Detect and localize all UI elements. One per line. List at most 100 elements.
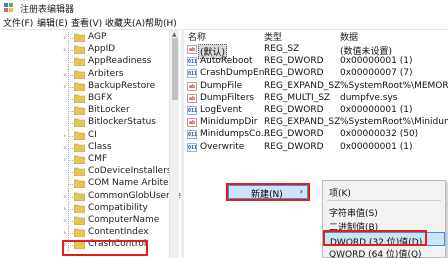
tree-scrollbar[interactable]: ▲ [169,30,179,258]
menu-bar: 文件(F) 编辑(E) 查看(V) 收藏夹(A) 帮助(H) [0,15,448,30]
registry-tree[interactable]: › AGP › AppID AppReadiness › Arbiters › BackupRe… [0,30,182,258]
tree-item-label: ComputerName [88,215,160,225]
string-value-icon: ab [187,81,197,91]
tree-item[interactable]: › AGP [0,32,182,45]
tree-item-label: BitLocker [88,105,130,116]
title-bar: 注册表编辑器 [0,0,448,15]
folder-icon [74,167,85,177]
value-row[interactable]: ab DumpFile REG_EXPAND_SZ %SystemRoot%\MEMO… [184,81,448,93]
tree-item[interactable]: › BackupRestore [0,80,182,94]
value-name: Overwrite [200,141,245,152]
tree-item-label: Compatibility [88,202,148,213]
expand-chevron-icon[interactable]: › [63,204,69,213]
menu-view[interactable]: 查看(V) [71,16,102,29]
expand-chevron-icon[interactable]: › [63,143,69,152]
tree-item-label: Arbiters [88,68,124,79]
folder-icon [74,106,85,116]
value-row[interactable]: ab MinidumpDir REG_EXPAND_SZ %SystemRoot%\M… [184,117,448,129]
expand-chevron-icon[interactable]: › [63,228,69,237]
value-row[interactable]: ab (默认) REG_SZ (数值未设置) [184,44,448,59]
expand-chevron-icon[interactable]: › [63,155,69,164]
string-value-icon: ab [187,45,197,54]
tree-item[interactable]: › CI [0,129,182,143]
value-data: (数值未设置) [340,47,393,57]
tree-item[interactable]: › ContentIndex [0,227,182,241]
submenu-item-string[interactable]: 字符串值(S) [323,204,445,219]
value-data: 0x00000001 (1) [340,56,413,67]
folder-icon [74,216,85,225]
folder-icon [74,94,85,103]
value-data: %SystemRoot%\MEMORY.DM [340,80,448,91]
value-row[interactable]: 011 Overwrite REG_DWORD 0x00000001 (1) [184,142,448,154]
tree-item-label: BitlockerStatus [88,117,156,128]
expand-chevron-icon[interactable]: › [63,33,69,42]
folder-icon [74,45,85,55]
scroll-thumb[interactable] [172,38,178,100]
value-row[interactable]: 011 CrashDumpEn... REG_DWORD 0x00000007 (7) [184,68,448,80]
column-header-name[interactable]: 名称 [188,30,206,43]
expand-chevron-icon[interactable]: › [63,131,69,140]
value-data: 0x00000001 (1) [340,141,413,152]
tree-item[interactable]: › Arbiters [0,68,182,82]
value-row[interactable]: ab DumpFilters REG_MULTI_SZ dumpfve.sys [184,93,448,105]
value-row[interactable]: 011 LogEvent REG_DWORD 0x00000001 (1) [184,105,448,117]
tree-item[interactable]: › AppID [0,44,182,58]
value-row[interactable]: 011 AutoReboot REG_DWORD 0x00000001 (1) [184,56,448,68]
folder-icon [74,131,85,140]
tree-item-label: ContentIndex [88,227,149,238]
value-data: 0x00000001 (1) [340,105,413,115]
highlight-box-crashcontrol [62,240,148,256]
tree-item[interactable]: BGFX [0,93,182,106]
tree-item[interactable]: BitLocker [0,105,182,119]
dword-value-icon: 011 [187,142,198,152]
tree-item[interactable]: › Class [0,141,182,155]
submenu-item-key-label: 项(K) [329,189,351,199]
tree-item-label: Class [88,141,112,152]
menu-file[interactable]: 文件(F) [3,16,33,29]
value-name: MinidumpDir [200,117,258,128]
tree-item[interactable]: › CommonGlobUserSetti [0,190,182,204]
tree-item-label: AppID [88,44,116,55]
expand-chevron-icon[interactable]: › [63,216,69,225]
tree-item-label: CoDeviceInstallers [88,166,172,177]
tree-item-label: CommonGlobUserSetti [88,190,182,201]
dword-value-icon: 011 [187,57,198,67]
submenu-item-qword-label: QWORD (64 位)值(Q) [329,250,422,258]
tree-item[interactable]: › Compatibility [0,202,182,216]
submenu-item-key[interactable]: 项(K) [323,184,445,199]
dword-value-icon: 011 [187,106,198,115]
expand-chevron-icon[interactable]: › [63,192,69,201]
value-type: REG_EXPAND_SZ [264,117,341,128]
value-type: REG_DWORD [264,105,324,115]
column-header-type[interactable]: 类型 [264,30,282,43]
value-type: REG_EXPAND_SZ [264,80,341,91]
tree-item-label: AppReadiness [88,56,152,67]
tree-item[interactable]: AppReadiness [0,56,182,70]
menu-favorites[interactable]: 收藏夹(A) [105,16,145,29]
tree-item[interactable]: CoDeviceInstallers [0,166,182,180]
tree-item[interactable]: BitlockerStatus [0,117,182,131]
expand-chevron-icon[interactable]: › [63,45,69,54]
value-name: LogEvent [200,105,242,115]
expand-chevron-icon[interactable]: › [63,82,69,91]
tree-item[interactable]: › ComputerName [0,215,182,228]
regedit-app-icon [4,3,13,12]
expand-chevron-icon[interactable]: › [63,70,69,79]
folder-icon [74,143,85,152]
tree-item[interactable]: COM Name Arbiter [0,178,182,192]
value-type: REG_DWORD [264,129,324,140]
dword-value-icon: 011 [187,69,198,79]
tree-item-label: BGFX [88,93,113,103]
string-value-icon: ab [187,118,197,128]
value-row[interactable]: 011 MinidumpsCo... REG_DWORD 0x00000032 (50… [184,129,448,141]
value-data: %SystemRoot%\Minidump [340,117,448,128]
menu-help[interactable]: 帮助(H) [145,16,177,29]
scroll-up-icon[interactable]: ▲ [172,31,177,38]
column-header-data[interactable]: 数据 [340,30,358,43]
tree-item[interactable]: › CMF [0,154,182,167]
menu-edit[interactable]: 编辑(E) [37,16,68,29]
value-data: 0x00000032 (50) [340,129,419,140]
submenu-item-qword[interactable]: QWORD (64 位)值(Q) [323,245,445,258]
value-type: REG_MULTI_SZ [264,92,331,103]
tree-item-label: COM Name Arbiter [88,178,173,189]
